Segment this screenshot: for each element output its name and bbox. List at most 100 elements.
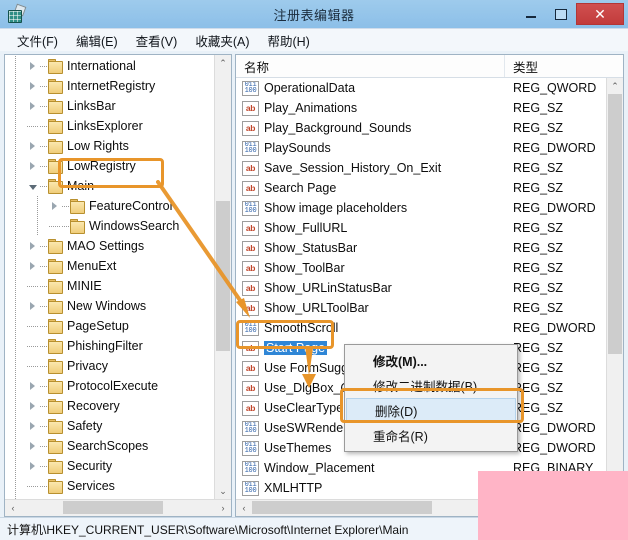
binary-value-icon: 011 100 — [242, 320, 259, 336]
ctx-modify[interactable]: 修改(M)... — [345, 348, 517, 373]
tree-item[interactable]: LinksBar — [5, 96, 231, 116]
folder-icon — [69, 199, 85, 214]
chevron-right-icon[interactable] — [25, 422, 40, 430]
tree-item[interactable]: MINIE — [5, 276, 231, 296]
table-row[interactable]: ab Show_URLToolBar REG_SZ — [236, 298, 623, 318]
tree-item[interactable]: LowRegistry — [5, 156, 231, 176]
values-hscroll-thumb[interactable] — [252, 501, 432, 514]
chevron-right-icon[interactable] — [25, 262, 40, 270]
chevron-right-icon[interactable] — [25, 162, 40, 170]
value-name: SmoothScroll — [264, 321, 339, 335]
tree-item[interactable]: LinksExplorer — [5, 116, 231, 136]
tree-scroll-left-button[interactable]: ‹ — [5, 500, 21, 516]
tree-item[interactable]: PageSetup — [5, 316, 231, 336]
value-name: XMLHTTP — [264, 481, 323, 495]
tree-item[interactable]: InternetRegistry — [5, 76, 231, 96]
value-name-cell: ab Search Page — [236, 180, 505, 196]
table-row[interactable]: ab Play_Animations REG_SZ — [236, 98, 623, 118]
tree-item-label: Services — [67, 479, 115, 493]
menu-favorites[interactable]: 收藏夹(A) — [186, 29, 258, 52]
tree-horizontal-scrollbar[interactable]: ‹ › — [5, 499, 231, 516]
tree-connector — [40, 425, 47, 427]
chevron-right-icon[interactable] — [25, 242, 40, 250]
tree-connector — [40, 165, 47, 167]
tree-vscroll-thumb[interactable] — [216, 201, 230, 351]
close-icon: ✕ — [594, 5, 606, 22]
table-row[interactable]: ab Play_Background_Sounds REG_SZ — [236, 118, 623, 138]
tree-vertical-scrollbar[interactable]: ⌃ ⌄ — [214, 55, 231, 499]
menu-file[interactable]: 文件(F) — [8, 29, 67, 52]
tree-scroll-right-button[interactable]: › — [215, 500, 231, 516]
chevron-right-icon[interactable] — [25, 302, 40, 310]
tree-item[interactable]: PhishingFilter — [5, 336, 231, 356]
tree-hscroll-track[interactable] — [21, 500, 215, 516]
tree-item[interactable]: SearchScopes — [5, 436, 231, 456]
values-vertical-scrollbar[interactable]: ⌃ ⌄ — [606, 78, 623, 499]
menu-view[interactable]: 查看(V) — [127, 29, 187, 52]
chevron-right-icon[interactable] — [25, 82, 40, 90]
values-vscroll-track[interactable] — [607, 94, 623, 483]
folder-icon — [47, 59, 63, 74]
menu-edit[interactable]: 编辑(E) — [67, 29, 127, 52]
chevron-right-icon[interactable] — [25, 402, 40, 410]
column-header-name[interactable]: 名称 — [236, 57, 504, 76]
ctx-rename[interactable]: 重命名(R) — [345, 423, 517, 448]
chevron-right-icon[interactable] — [47, 202, 62, 210]
chevron-right-icon[interactable] — [25, 142, 40, 150]
chevron-right-icon[interactable] — [25, 62, 40, 70]
table-row[interactable]: ab Search Page REG_SZ — [236, 178, 623, 198]
tree-item[interactable]: MenuExt — [5, 256, 231, 276]
close-button[interactable]: ✕ — [576, 3, 624, 25]
table-row[interactable]: ab Show_FullURL REG_SZ — [236, 218, 623, 238]
chevron-right-icon[interactable] — [25, 102, 40, 110]
values-vscroll-thumb[interactable] — [608, 94, 622, 354]
minimize-button[interactable] — [516, 3, 546, 25]
table-row[interactable]: ab Show_StatusBar REG_SZ — [236, 238, 623, 258]
tree-item[interactable]: Safety — [5, 416, 231, 436]
folder-icon — [47, 279, 63, 294]
value-context-menu: 修改(M)... 修改二进制数据(B)... 删除(D) 重命名(R) — [344, 344, 518, 452]
tree-connector — [62, 225, 69, 227]
values-scroll-up-button[interactable]: ⌃ — [607, 78, 623, 94]
tree-connector — [40, 365, 47, 367]
table-row[interactable]: ab Save_Session_History_On_Exit REG_SZ — [236, 158, 623, 178]
table-row[interactable]: 011 100 Show image placeholders REG_DWORD — [236, 198, 623, 218]
binary-value-icon: 011 100 — [242, 140, 259, 156]
tree-item[interactable]: Low Rights — [5, 136, 231, 156]
value-name: UseSWRender — [264, 421, 348, 435]
table-row[interactable]: ab Show_URLinStatusBar REG_SZ — [236, 278, 623, 298]
tree-scroll-up-button[interactable]: ⌃ — [215, 55, 231, 71]
content-area: International InternetRegistry LinksBar Lin… — [0, 51, 628, 517]
values-scroll-left-button[interactable]: ‹ — [236, 500, 252, 516]
tree-indent — [5, 156, 25, 176]
tree-item[interactable]: International — [5, 56, 231, 76]
chevron-right-icon[interactable] — [25, 462, 40, 470]
ctx-modify-binary[interactable]: 修改二进制数据(B)... — [345, 373, 517, 398]
tree-item[interactable]: Main — [5, 176, 231, 196]
tree-item[interactable]: ProtocolExecute — [5, 376, 231, 396]
menu-help[interactable]: 帮助(H) — [258, 29, 318, 52]
tree-item[interactable]: Security — [5, 456, 231, 476]
table-row[interactable]: ab Show_ToolBar REG_SZ — [236, 258, 623, 278]
tree-item[interactable]: Recovery — [5, 396, 231, 416]
table-row[interactable]: 011 100 SmoothScroll REG_DWORD — [236, 318, 623, 338]
tree-item[interactable]: FeatureControl — [5, 196, 231, 216]
table-row[interactable]: 011 100 PlaySounds REG_DWORD — [236, 138, 623, 158]
tree-scroll-down-button[interactable]: ⌄ — [215, 483, 231, 499]
chevron-down-icon[interactable] — [25, 182, 40, 190]
tree-item[interactable]: MAO Settings — [5, 236, 231, 256]
tree-item[interactable]: WindowsSearch — [5, 216, 231, 236]
tree-item[interactable]: Services — [5, 476, 231, 496]
tree-indent — [5, 476, 25, 496]
chevron-right-icon[interactable] — [25, 382, 40, 390]
table-row[interactable]: 011 100 OperationalData REG_QWORD — [236, 78, 623, 98]
tree-hscroll-thumb[interactable] — [63, 501, 163, 514]
ctx-delete[interactable]: 删除(D) — [346, 398, 516, 423]
tree-vscroll-track[interactable] — [215, 71, 231, 483]
chevron-right-icon[interactable] — [25, 442, 40, 450]
tree-item[interactable]: New Windows — [5, 296, 231, 316]
tree-item[interactable]: Privacy — [5, 356, 231, 376]
maximize-button[interactable] — [546, 3, 576, 25]
column-header-type[interactable]: 类型 — [504, 55, 623, 77]
tree-connector — [40, 105, 47, 107]
